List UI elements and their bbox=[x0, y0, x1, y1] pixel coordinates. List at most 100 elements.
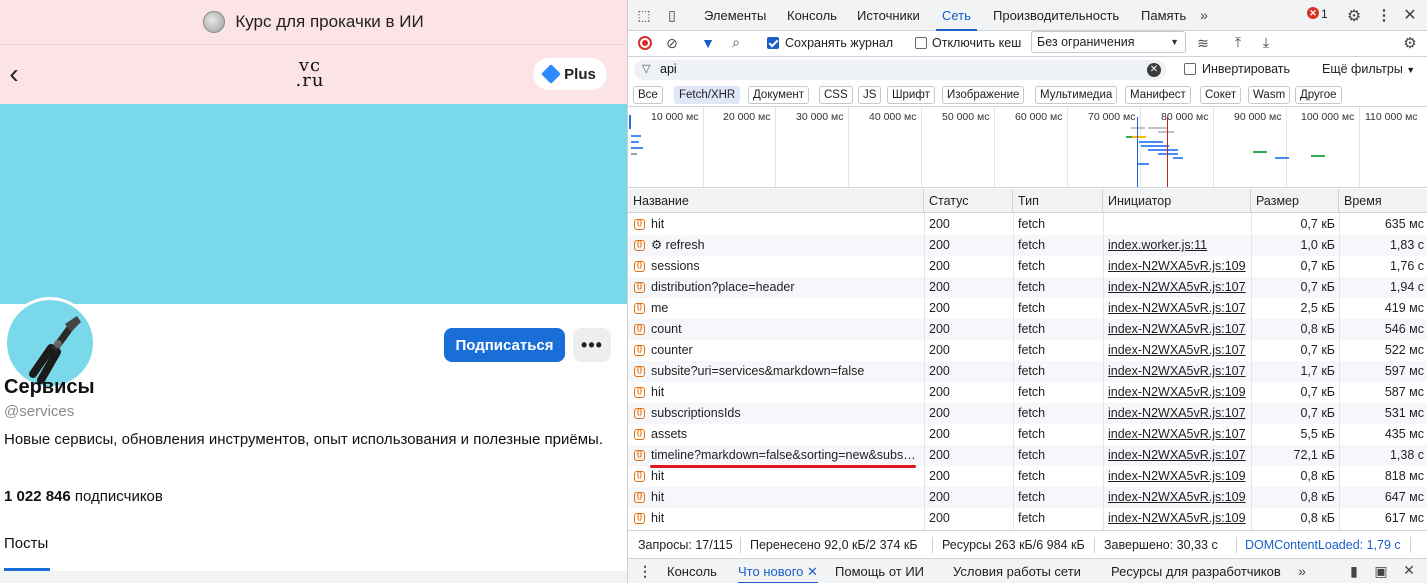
column-header-initiator[interactable]: Инициатор bbox=[1103, 189, 1251, 213]
filter-font[interactable]: Шрифт bbox=[887, 86, 935, 104]
filter-all[interactable]: Все bbox=[633, 86, 663, 104]
tab-console[interactable]: Консоль bbox=[787, 0, 837, 31]
more-drawer-tabs-icon[interactable]: » bbox=[1295, 563, 1309, 579]
error-count[interactable]: 1 bbox=[1321, 7, 1328, 21]
network-conditions-icon[interactable]: ≋ bbox=[1194, 35, 1212, 52]
upload-icon[interactable]: ⤒ bbox=[1230, 34, 1246, 51]
table-row[interactable]: {} subsite?uri=services&markdown=false 200… bbox=[628, 361, 1427, 382]
request-initiator-link[interactable]: index-N2WXA5vR.js:109 bbox=[1108, 466, 1248, 487]
tab-elements[interactable]: Элементы bbox=[704, 0, 766, 31]
filter-other[interactable]: Другое bbox=[1295, 86, 1342, 104]
plus-button[interactable]: Plus bbox=[533, 58, 607, 90]
network-settings-gear-icon[interactable]: ⚙ bbox=[1401, 34, 1419, 52]
column-header-status[interactable]: Статус bbox=[924, 189, 1013, 213]
filter-manifest[interactable]: Манифест bbox=[1125, 86, 1191, 104]
settings-gear-icon[interactable]: ⚙ bbox=[1345, 6, 1363, 26]
table-row[interactable]: {} me 200 fetch index-N2WXA5vR.js:107 2,5 кБ 4… bbox=[628, 298, 1427, 319]
request-initiator-link[interactable]: index-N2WXA5vR.js:109 bbox=[1108, 256, 1248, 277]
disable-cache-checkbox[interactable] bbox=[915, 37, 927, 49]
close-tab-icon[interactable]: ✕ bbox=[807, 564, 818, 579]
drawer-tab-network-conditions[interactable]: Условия работы сети bbox=[953, 559, 1081, 583]
filter-input[interactable]: ▽ api ✕ bbox=[634, 60, 1166, 80]
request-initiator-link[interactable]: index-N2WXA5vR.js:109 bbox=[1108, 508, 1248, 529]
dock-side-icon[interactable]: ▮ bbox=[1347, 563, 1361, 580]
request-initiator-link[interactable]: index.worker.js:11 bbox=[1108, 235, 1248, 256]
more-tabs-icon[interactable]: » bbox=[1196, 7, 1212, 23]
filter-fetch-xhr[interactable]: Fetch/XHR bbox=[674, 86, 741, 104]
table-row[interactable]: {} timeline?markdown=false&sorting=new&su… bbox=[628, 445, 1427, 466]
table-row[interactable]: {} sessions 200 fetch index-N2WXA5vR.js:109 0… bbox=[628, 256, 1427, 277]
request-initiator-link[interactable]: index-N2WXA5vR.js:107 bbox=[1108, 403, 1248, 424]
inspect-element-icon[interactable]: ⬚ bbox=[636, 7, 652, 23]
column-header-type[interactable]: Тип bbox=[1013, 189, 1103, 213]
filter-js[interactable]: JS bbox=[858, 86, 882, 104]
table-row[interactable]: {} subscriptionsIds 200 fetch index-N2WXA5vR… bbox=[628, 403, 1427, 424]
site-logo[interactable]: vc .ru bbox=[290, 57, 330, 90]
drawer-menu-icon[interactable]: ⋮ bbox=[638, 563, 652, 580]
clear-icon[interactable]: ⊘ bbox=[664, 35, 680, 52]
filter-image[interactable]: Изображение bbox=[942, 86, 1025, 104]
tab-network[interactable]: Сеть bbox=[936, 0, 977, 31]
request-initiator-link[interactable]: index-N2WXA5vR.js:107 bbox=[1108, 298, 1248, 319]
table-row[interactable]: {} hit 200 fetch 0,7 кБ 635 мс bbox=[628, 214, 1427, 235]
filter-media[interactable]: Мультимедиа bbox=[1035, 86, 1118, 104]
more-filters-dropdown[interactable]: Ещё фильтры ▼ bbox=[1322, 62, 1415, 76]
request-initiator-link[interactable]: index-N2WXA5vR.js:109 bbox=[1108, 382, 1248, 403]
filter-icon[interactable]: ▼ bbox=[700, 35, 716, 51]
back-arrow-icon[interactable]: ‹ bbox=[2, 59, 26, 89]
more-options-button[interactable]: ••• bbox=[573, 328, 611, 362]
filter-wasm[interactable]: Wasm bbox=[1248, 86, 1291, 104]
filter-css[interactable]: CSS bbox=[819, 86, 853, 104]
device-toolbar-icon[interactable]: ▯ bbox=[664, 7, 680, 23]
search-icon[interactable]: ⌕ bbox=[728, 34, 744, 51]
request-initiator-link[interactable]: index-N2WXA5vR.js:107 bbox=[1108, 361, 1248, 382]
table-row[interactable]: {} hit 200 fetch index-N2WXA5vR.js:109 0,8 кБ… bbox=[628, 466, 1427, 487]
request-name: hit bbox=[651, 469, 665, 483]
tab-performance[interactable]: Производительность bbox=[993, 0, 1119, 31]
filter-socket[interactable]: Сокет bbox=[1200, 86, 1242, 104]
request-initiator-link[interactable]: index-N2WXA5vR.js:107 bbox=[1108, 424, 1248, 445]
invert-checkbox[interactable] bbox=[1184, 63, 1196, 75]
table-row[interactable]: {} hit 200 fetch index-N2WXA5vR.js:109 0,8 кБ… bbox=[628, 487, 1427, 508]
tab-sources[interactable]: Источники bbox=[857, 0, 920, 31]
request-initiator-link[interactable]: index-N2WXA5vR.js:109 bbox=[1108, 487, 1248, 508]
request-type: fetch bbox=[1018, 364, 1046, 378]
table-row[interactable]: {} assets 200 fetch index-N2WXA5vR.js:107 5,5… bbox=[628, 424, 1427, 445]
preserve-log-checkbox[interactable] bbox=[767, 37, 779, 49]
clear-filter-icon[interactable]: ✕ bbox=[1147, 63, 1161, 77]
tab-memory[interactable]: Память bbox=[1141, 0, 1186, 31]
table-row[interactable]: {} distribution?place=header 200 fetch index… bbox=[628, 277, 1427, 298]
network-overview-timeline[interactable]: 10 000 мс 20 000 мс 30 000 мс 40 000 мс … bbox=[628, 106, 1427, 189]
table-row[interactable]: {} hit 200 fetch index-N2WXA5vR.js:109 0,7 кБ… bbox=[628, 382, 1427, 403]
request-initiator-link[interactable]: index-N2WXA5vR.js:107 bbox=[1108, 277, 1248, 298]
request-name: hit bbox=[651, 490, 665, 504]
table-row[interactable]: {} hit 200 fetch index-N2WXA5vR.js:109 0,8 кБ… bbox=[628, 508, 1427, 529]
request-initiator-link[interactable] bbox=[1108, 214, 1248, 235]
subscribe-button[interactable]: Подписаться bbox=[444, 328, 565, 362]
collapse-drawer-icon[interactable]: ▣ bbox=[1374, 563, 1388, 580]
drawer-tab-console[interactable]: Консоль bbox=[667, 559, 717, 583]
table-row[interactable]: {} ⚙ refresh 200 fetch index.worker.js:11 1,0… bbox=[628, 235, 1427, 256]
request-initiator-link[interactable]: index-N2WXA5vR.js:107 bbox=[1108, 445, 1248, 466]
download-icon[interactable]: ⤓ bbox=[1258, 34, 1274, 51]
column-header-time[interactable]: Время bbox=[1339, 189, 1427, 213]
request-initiator-link[interactable]: index-N2WXA5vR.js:107 bbox=[1108, 340, 1248, 361]
filter-document[interactable]: Документ bbox=[748, 86, 810, 104]
column-header-name[interactable]: Название bbox=[628, 189, 924, 213]
promo-banner[interactable]: Курс для прокачки в ИИ bbox=[0, 0, 627, 45]
table-row[interactable]: {} counter 200 fetch index-N2WXA5vR.js:107 0,… bbox=[628, 340, 1427, 361]
throttling-select[interactable]: Без ограничения ▼ bbox=[1031, 31, 1186, 53]
tab-posts[interactable]: Посты bbox=[4, 535, 48, 552]
drawer-tab-developer-resources[interactable]: Ресурсы для разработчиков bbox=[1111, 559, 1281, 583]
error-icon[interactable]: ✕ bbox=[1307, 7, 1319, 19]
close-icon[interactable]: ✕ bbox=[1401, 5, 1419, 25]
table-row[interactable]: {} count 200 fetch index-N2WXA5vR.js:107 0,8 … bbox=[628, 319, 1427, 340]
record-icon[interactable] bbox=[638, 36, 652, 50]
drawer-tab-ai-assistance[interactable]: Помощь от ИИ bbox=[835, 559, 924, 583]
more-options-icon[interactable]: ⋮ bbox=[1375, 6, 1393, 24]
request-initiator-link[interactable]: index-N2WXA5vR.js:107 bbox=[1108, 319, 1248, 340]
column-header-size[interactable]: Размер bbox=[1251, 189, 1339, 213]
request-status: 200 bbox=[929, 301, 950, 315]
close-drawer-icon[interactable]: ✕ bbox=[1402, 562, 1416, 579]
drawer-tab-whats-new[interactable]: Что нового ✕ bbox=[738, 559, 818, 583]
